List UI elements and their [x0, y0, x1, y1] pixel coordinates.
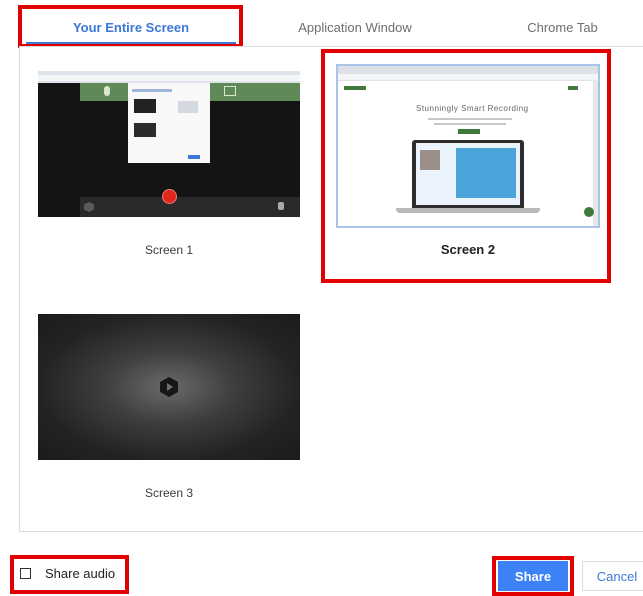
dialog-share-button-preview	[188, 155, 200, 159]
tab-application-window[interactable]: Application Window	[250, 8, 460, 46]
chat-bubble-icon	[584, 207, 594, 217]
dialog-thumb-1	[134, 99, 156, 113]
record-icon	[162, 189, 177, 204]
site-cta-button	[568, 86, 578, 90]
hero-subtext-line	[434, 123, 506, 125]
browser-addressbar	[338, 74, 598, 81]
meeting-control-bar	[80, 197, 300, 217]
hero-button	[458, 129, 480, 134]
dialog-thumb-3	[134, 123, 156, 137]
share-audio-checkbox[interactable]	[20, 568, 31, 579]
screen-1-thumbnail[interactable]	[38, 71, 300, 217]
hero-headline: Stunningly Smart Recording	[416, 104, 529, 113]
screen-2-label: Screen 2	[440, 242, 496, 257]
hero-subtext-line	[428, 118, 512, 120]
share-audio-toggle[interactable]: Share audio	[20, 566, 115, 581]
browser-addressbar	[38, 75, 300, 81]
page-scrollbar	[593, 80, 598, 226]
dialog-thumb-2	[178, 101, 198, 113]
site-logo	[344, 86, 366, 90]
active-tab-indicator	[26, 42, 236, 45]
share-audio-label: Share audio	[45, 566, 116, 581]
camera-icon	[278, 202, 284, 210]
webcam-face-image	[420, 150, 440, 170]
source-tabs: Your Entire Screen Application Window Ch…	[0, 0, 643, 52]
cancel-button[interactable]: Cancel	[582, 561, 643, 591]
laptop-base	[396, 208, 540, 213]
recording-preview-image	[456, 148, 516, 198]
screen-3-thumbnail[interactable]	[38, 314, 300, 460]
share-button[interactable]: Share	[498, 561, 568, 591]
microphone-icon	[104, 86, 110, 96]
present-screen-icon	[224, 86, 236, 96]
tab-entire-screen[interactable]: Your Entire Screen	[20, 8, 242, 46]
dialog-header-line	[132, 89, 172, 92]
screen-3-label: Screen 3	[144, 486, 194, 500]
play-icon	[167, 383, 173, 391]
browser-tabstrip	[338, 66, 598, 74]
tab-chrome-tab[interactable]: Chrome Tab	[470, 8, 643, 46]
screen-2-thumbnail[interactable]: Stunningly Smart Recording	[336, 64, 600, 228]
screen-1-label: Screen 1	[144, 243, 194, 257]
